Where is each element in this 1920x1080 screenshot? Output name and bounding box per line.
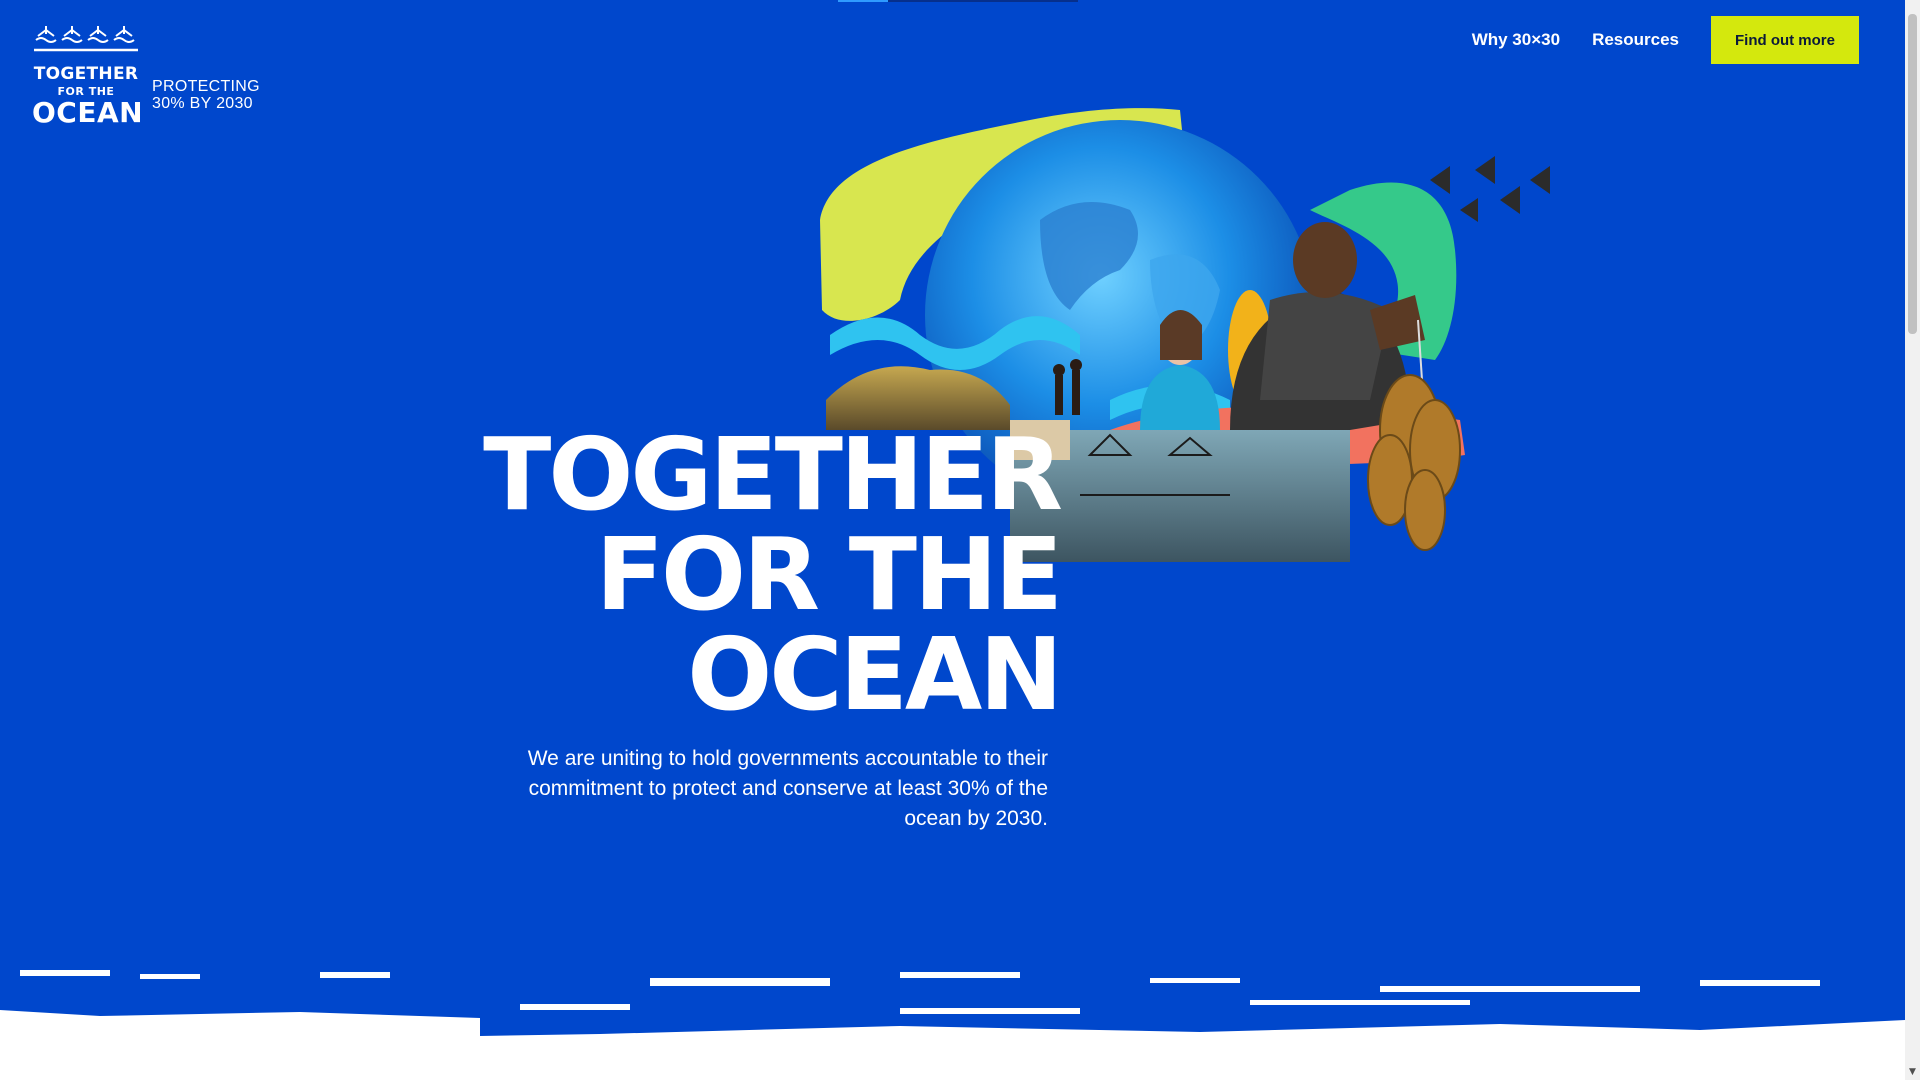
hero-title: TOGETHER FOR THE OCEAN bbox=[460, 416, 1063, 733]
hero-title-line1: TOGETHER bbox=[483, 416, 1063, 533]
hero-subtitle: We are uniting to hold governments accou… bbox=[527, 747, 1048, 830]
tagline-line2: 30% BY 2030 bbox=[152, 95, 253, 112]
scroll-down-arrow-icon[interactable]: ▼ bbox=[1907, 1067, 1918, 1078]
logo-text-line3: OCEAN bbox=[32, 96, 144, 129]
logo-text-line1: TOGETHER bbox=[33, 64, 139, 84]
logo-mark: TOGETHER FOR THE OCEAN bbox=[32, 24, 143, 129]
scrollbar-thumb[interactable] bbox=[1908, 14, 1917, 334]
hero-title-line2: FOR THE bbox=[595, 516, 1063, 633]
bottom-brush-edge bbox=[0, 960, 1905, 1080]
waves-icon bbox=[34, 26, 138, 52]
page-scrollbar[interactable]: ▼ bbox=[1905, 0, 1920, 1080]
nav-link-resources[interactable]: Resources bbox=[1592, 30, 1679, 50]
page-background: TOGETHER FOR THE OCEAN PROTECTING 30% BY… bbox=[0, 0, 1905, 1080]
site-logo[interactable]: TOGETHER FOR THE OCEAN PROTECTING 30% BY… bbox=[32, 24, 260, 129]
main-nav: Why 30×30 Resources Find out more bbox=[1472, 16, 1859, 64]
hero-title-line3: OCEAN bbox=[687, 616, 1063, 733]
nav-link-why-30x30[interactable]: Why 30×30 bbox=[1472, 30, 1560, 50]
logo-tagline: PROTECTING 30% BY 2030 bbox=[152, 78, 260, 112]
find-out-more-button[interactable]: Find out more bbox=[1711, 16, 1859, 64]
tagline-line1: PROTECTING bbox=[152, 78, 260, 95]
top-progress-indicator bbox=[838, 0, 1078, 2]
